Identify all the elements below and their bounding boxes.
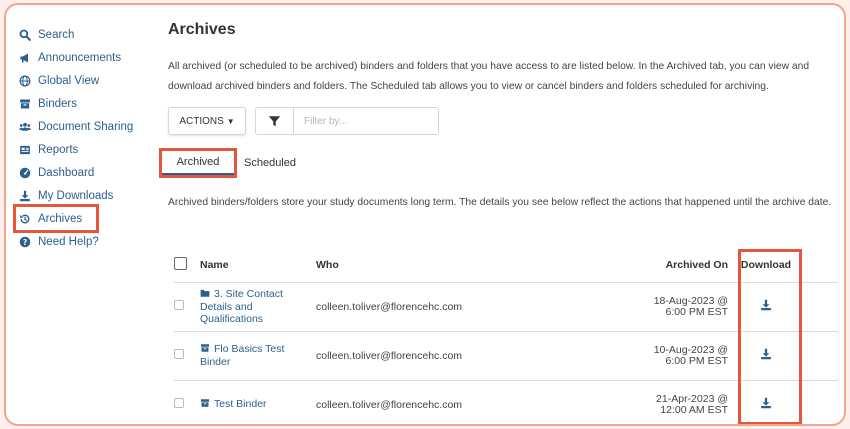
intro-text: All archived (or scheduled to be archive… [168,61,810,92]
table-header-row: Name Who Archived On Download [174,248,838,283]
row-name-link[interactable]: Test Binder [200,380,316,424]
sidebar-item-document-sharing[interactable]: Document Sharing [16,115,156,138]
row-name-link[interactable]: 3. Site Contact Details and Qualificatio… [200,282,316,332]
row-checkbox[interactable] [174,349,184,359]
filter-group [255,107,439,135]
sidebar-item-label: Announcements [38,51,122,64]
history-icon [18,213,32,225]
row-who: colleen.toliver@florencehc.com [316,331,636,381]
report-icon [18,144,32,156]
tab-archived[interactable]: Archived [159,148,237,178]
row-name-link[interactable]: Flo Basics Test Binder [200,331,316,381]
sidebar-item-announcements[interactable]: Announcements [16,46,156,69]
sidebar: Search Announcements Global View Binders… [13,23,156,253]
download-icon[interactable] [760,397,772,412]
actions-dropdown-button[interactable]: ACTIONS ▼ [168,107,246,135]
folder-icon [200,288,210,301]
page-title: Archives [168,21,236,38]
row-who: colleen.toliver@florencehc.com [316,282,636,332]
column-header-download: Download [734,248,798,283]
column-header-who: Who [316,248,636,283]
sidebar-item-binders[interactable]: Binders [16,92,156,115]
sidebar-item-dashboard[interactable]: Dashboard [16,161,156,184]
sidebar-item-label: Reports [38,143,79,156]
sidebar-item-label: Dashboard [38,166,95,179]
sidebar-item-label: Document Sharing [38,120,134,133]
app-frame: Search Announcements Global View Binders… [4,3,846,426]
row-name: Flo Basics Test Binder [200,343,285,368]
download-icon [18,190,32,202]
sidebar-item-label: Archives [38,212,83,225]
row-name: Test Binder [214,398,267,410]
row-time: 12:00 AM EST [660,403,728,416]
sidebar-item-label: Need Help? [38,235,99,248]
sidebar-item-label: Binders [38,97,77,110]
table-row: Flo Basics Test Binder colleen.toliver@f… [174,331,838,381]
archives-table: Name Who Archived On Download 3. Site Co… [174,248,838,424]
question-icon: ? [18,236,32,248]
sidebar-item-my-downloads[interactable]: My Downloads [16,184,156,207]
table-row: 3. Site Contact Details and Qualificatio… [174,282,838,332]
download-icon[interactable] [760,299,772,314]
tabs: Archived Scheduled [159,148,302,178]
row-archived-on: 10-Aug-2023 @ 6:00 PM EST [636,331,734,381]
globe-icon [18,75,32,87]
sidebar-item-need-help[interactable]: ? Need Help? [16,230,156,253]
users-icon [18,121,32,133]
filter-icon[interactable] [256,108,294,134]
megaphone-icon [18,52,32,64]
column-header-name: Name [200,248,316,283]
select-all-checkbox[interactable] [174,256,187,270]
svg-text:?: ? [23,238,27,247]
row-checkbox[interactable] [174,300,184,310]
archive-box-icon [200,343,210,356]
sidebar-item-label: Global View [38,74,100,87]
caret-down-icon: ▼ [226,116,235,126]
row-who: colleen.toliver@florencehc.com [316,380,636,424]
dashboard-icon [18,167,32,179]
sidebar-item-reports[interactable]: Reports [16,138,156,161]
archive-box-icon [200,398,210,411]
column-header-archived-on: Archived On [636,248,734,283]
tab-scheduled[interactable]: Scheduled [238,151,302,175]
row-archived-on: 21-Apr-2023 @ 12:00 AM EST [636,380,734,424]
sidebar-item-global-view[interactable]: Global View [16,69,156,92]
sidebar-item-label: My Downloads [38,189,114,202]
download-icon[interactable] [760,348,772,363]
tab-description: Archived binders/folders store your stud… [168,197,832,208]
row-time: 6:00 PM EST [665,354,728,367]
toolbar: ACTIONS ▼ [168,107,439,135]
row-archived-on: 18-Aug-2023 @ 6:00 PM EST [636,282,734,332]
row-checkbox[interactable] [174,398,184,408]
sidebar-item-label: Search [38,28,75,41]
row-name: 3. Site Contact Details and Qualificatio… [200,288,283,325]
filter-input[interactable] [294,108,438,134]
row-time: 6:00 PM EST [665,305,728,318]
sidebar-item-archives[interactable]: Archives [13,204,99,233]
search-icon [18,29,32,41]
archive-box-icon [18,98,32,110]
table-row: Test Binder colleen.toliver@florencehc.c… [174,380,838,424]
sidebar-item-search[interactable]: Search [16,23,156,46]
actions-label: ACTIONS [179,115,224,127]
